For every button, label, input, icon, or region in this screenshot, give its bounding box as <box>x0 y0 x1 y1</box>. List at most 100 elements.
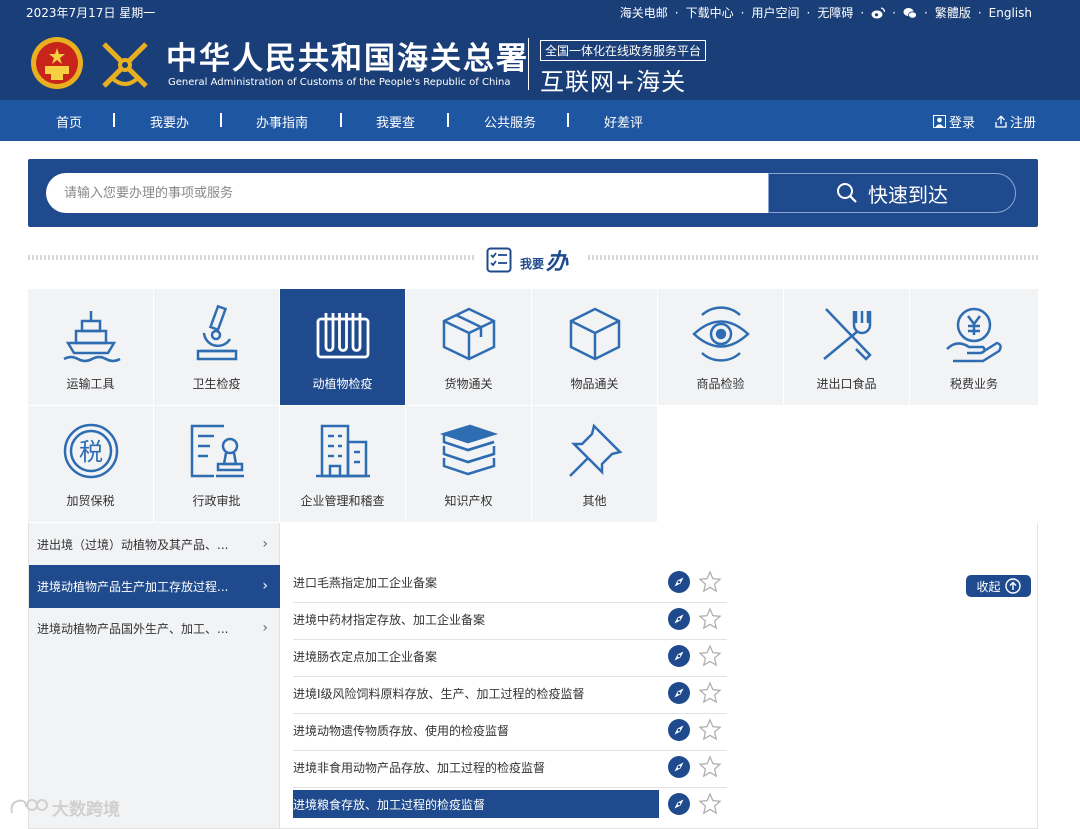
link-english[interactable]: English <box>989 6 1032 20</box>
service-link[interactable]: 进口毛燕指定加工企业备案 <box>293 568 659 596</box>
watermark: 大数跨境 <box>8 795 120 820</box>
category-animal-plant-quarantine[interactable]: 动植物检疫 <box>280 289 405 405</box>
building-icon <box>315 424 370 478</box>
pin-icon <box>568 423 622 477</box>
nav-home[interactable]: 首页 <box>56 112 82 131</box>
subcategory-list: 进出境（过境）动植物及其产品、... › 进境动植物产品生产加工存放过程... … <box>29 523 280 828</box>
service-row: 进境Ⅰ级风险饲料原料存放、生产、加工过程的检疫监督 <box>293 677 727 714</box>
section-title: 我要 办 <box>486 244 568 276</box>
category-import-export-food[interactable]: 进出口食品 <box>784 289 909 405</box>
customs-logo-icon <box>102 42 148 88</box>
star-icon[interactable] <box>698 607 722 631</box>
stamp-doc-icon <box>190 424 244 478</box>
microscope-icon <box>196 304 237 361</box>
books-icon <box>439 424 498 476</box>
login-link[interactable]: 登录 <box>933 112 975 131</box>
service-link[interactable]: 进境动物遗传物质存放、使用的检疫监督 <box>293 716 659 744</box>
services-panel: 进出境（过境）动植物及其产品、... › 进境动植物产品生产加工存放过程... … <box>28 523 1038 829</box>
service-link[interactable]: 进境非食用动物产品存放、加工过程的检疫监督 <box>293 753 659 781</box>
top-links: 海关电邮 · 下载中心 · 用户空间 · 无障碍 · · · 繁體版 · Eng… <box>619 4 1032 21</box>
site-title-en: General Administration of Customs of the… <box>168 77 511 88</box>
star-icon[interactable] <box>698 718 722 742</box>
nav-handle[interactable]: 我要办 <box>150 112 189 131</box>
nav-public-service[interactable]: 公共服务 <box>484 112 536 131</box>
category-enterprise-audit[interactable]: 企业管理和稽查 <box>280 406 405 522</box>
compass-icon[interactable] <box>668 608 690 630</box>
eye-icon <box>691 306 750 362</box>
subcategory-item[interactable]: 进境动植物产品国外生产、加工、... › <box>29 607 280 650</box>
star-icon[interactable] <box>698 792 722 816</box>
platform-label: 全国一体化在线政务服务平台 <box>540 40 707 61</box>
platform-title: 互联网+海关 <box>540 68 687 96</box>
wechat-icon[interactable] <box>903 7 917 19</box>
section-divider-left <box>28 255 476 260</box>
weibo-icon[interactable] <box>871 6 886 19</box>
watermark-logo-icon <box>10 798 48 813</box>
category-items-clearance[interactable]: 物品通关 <box>532 289 657 405</box>
user-icon <box>933 115 946 128</box>
compass-icon[interactable] <box>668 682 690 704</box>
upload-icon <box>995 115 1007 128</box>
service-link[interactable]: 进境肠衣定点加工企业备案 <box>293 642 659 670</box>
package-icon <box>442 307 495 361</box>
chevron-right-icon: › <box>262 578 268 594</box>
category-ip-rights[interactable]: 知识产权 <box>406 406 531 522</box>
service-row-selected: 进境粮食存放、加工过程的检疫监督 <box>293 788 727 825</box>
category-transport[interactable]: 运输工具 <box>28 289 153 405</box>
star-icon[interactable] <box>698 570 722 594</box>
tax-circle-icon: 税 <box>63 423 118 479</box>
service-link[interactable]: 进境Ⅰ级风险饲料原料存放、生产、加工过程的检疫监督 <box>293 679 659 707</box>
category-processing-bonded[interactable]: 税 加贸保税 <box>28 406 153 522</box>
category-goods-clearance[interactable]: 货物通关 <box>406 289 531 405</box>
compass-icon[interactable] <box>668 645 690 667</box>
chevron-right-icon: › <box>262 536 268 552</box>
service-link-selected[interactable]: 进境粮食存放、加工过程的检疫监督 <box>293 790 659 818</box>
nav-evaluation[interactable]: 好差评 <box>604 112 643 131</box>
nav-query[interactable]: 我要查 <box>376 112 415 131</box>
link-email[interactable]: 海关电邮 <box>620 4 668 21</box>
collapse-button[interactable]: 收起 <box>966 575 1031 597</box>
site-header: 2023年7月17日 星期一 海关电邮 · 下载中心 · 用户空间 · 无障碍 … <box>0 0 1080 100</box>
service-row: 进境中药材指定存放、加工企业备案 <box>293 603 727 640</box>
service-row: 进境非食用动物产品存放、加工过程的检疫监督 <box>293 751 727 788</box>
checklist-icon <box>486 247 512 273</box>
main-nav: 首页 我要办 办事指南 我要查 公共服务 好差评 登录 注册 <box>0 100 1080 141</box>
link-user-space[interactable]: 用户空间 <box>751 4 799 21</box>
site-title: 中华人民共和国海关总署 <box>166 41 529 77</box>
current-date: 2023年7月17日 星期一 <box>26 6 156 20</box>
category-commodity-inspection[interactable]: 商品检验 <box>658 289 783 405</box>
category-admin-approval[interactable]: 行政审批 <box>154 406 279 522</box>
chevron-right-icon: › <box>262 620 268 636</box>
subcategory-item[interactable]: 进出境（过境）动植物及其产品、... › <box>29 523 280 566</box>
link-download-center[interactable]: 下载中心 <box>686 4 734 21</box>
search-icon <box>837 183 857 203</box>
service-row: 进境肠衣定点加工企业备案 <box>293 640 727 677</box>
compass-icon[interactable] <box>668 719 690 741</box>
cube-icon <box>569 307 620 361</box>
compass-icon[interactable] <box>668 793 690 815</box>
search-button[interactable]: 快速到达 <box>768 173 1016 213</box>
star-icon[interactable] <box>698 681 722 705</box>
category-health-quarantine[interactable]: 卫生检疫 <box>154 289 279 405</box>
yuan-hand-icon <box>946 307 1002 363</box>
ship-icon <box>62 311 121 363</box>
svg-text:税: 税 <box>79 438 103 466</box>
star-icon[interactable] <box>698 644 722 668</box>
national-emblem-icon <box>31 37 83 89</box>
category-other[interactable]: 其他 <box>532 406 657 522</box>
category-tax-fees[interactable]: 税费业务 <box>910 289 1038 405</box>
service-link[interactable]: 进境中药材指定存放、加工企业备案 <box>293 605 659 633</box>
compass-icon[interactable] <box>668 571 690 593</box>
search-input[interactable] <box>46 173 772 213</box>
arrow-up-circle-icon <box>1004 578 1021 594</box>
star-icon[interactable] <box>698 755 722 779</box>
fork-knife-icon <box>822 308 872 361</box>
compass-icon[interactable] <box>668 756 690 778</box>
section-divider-right <box>588 255 1038 260</box>
link-traditional-chinese[interactable]: 繁體版 <box>935 4 971 21</box>
subcategory-item-active[interactable]: 进境动植物产品生产加工存放过程... › <box>29 565 280 608</box>
nav-guide[interactable]: 办事指南 <box>256 112 308 131</box>
link-accessibility[interactable]: 无障碍 <box>817 4 853 21</box>
top-bar: 2023年7月17日 星期一 海关电邮 · 下载中心 · 用户空间 · 无障碍 … <box>0 0 1080 24</box>
register-link[interactable]: 注册 <box>995 112 1036 131</box>
